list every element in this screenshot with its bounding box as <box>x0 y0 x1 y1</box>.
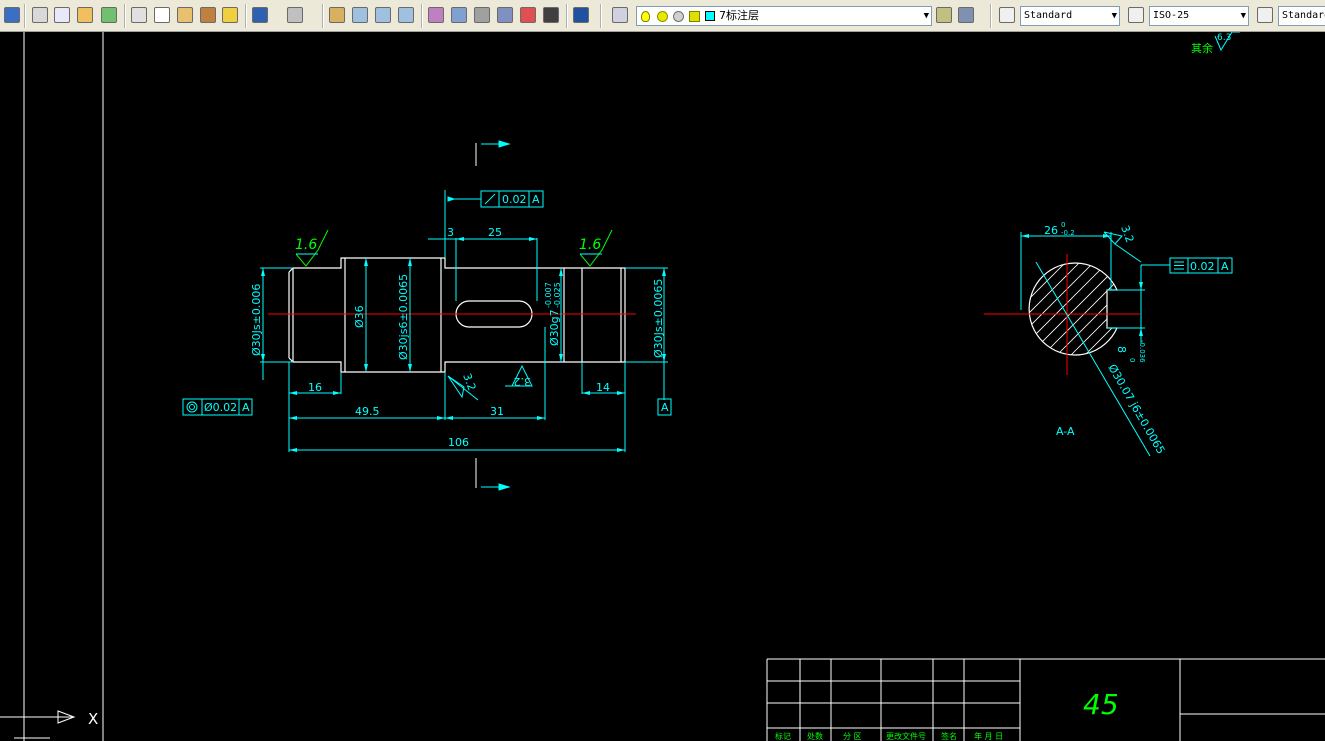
undo-icon[interactable] <box>252 7 268 23</box>
layer-plot-icon <box>689 11 700 22</box>
dim-16: 16 <box>308 381 322 394</box>
roughness-note-value: 6.3 <box>1217 33 1231 43</box>
standard-toolbar: 7标注层 ▼ Standard ▼ ISO-25 ▼ Standard <box>0 0 1325 32</box>
dim-style-name: ISO-25 <box>1153 10 1190 21</box>
dia-g7: Ø30g7 <box>548 309 561 346</box>
properties-icon[interactable] <box>428 7 444 23</box>
publish-icon[interactable] <box>77 7 93 23</box>
dia-g7-upper: -0.007 <box>544 282 553 308</box>
chevron-down-icon: ▼ <box>1111 11 1117 21</box>
datum-label: A <box>661 401 669 414</box>
dim-31: 31 <box>490 405 504 418</box>
toolbar-separator <box>600 4 602 28</box>
dim-8-upper: 0 <box>1128 358 1136 362</box>
block-editor-icon[interactable] <box>222 7 238 23</box>
text-style-name: Standard <box>1024 10 1073 21</box>
markup-icon[interactable] <box>520 7 536 23</box>
material-label: 45 <box>1083 688 1119 721</box>
dim-style-icon[interactable] <box>1128 7 1144 23</box>
table-style-name: Standard <box>1282 10 1325 21</box>
layer-manager-icon[interactable] <box>612 7 628 23</box>
tb-header-4: 签名 <box>941 731 957 741</box>
sheet-set-icon[interactable] <box>497 7 513 23</box>
print-preview-icon[interactable] <box>54 7 70 23</box>
drawing-canvas[interactable]: X 其余 6.3 16 49.5 31 14 106 25 3 Ø30Js±0.… <box>0 32 1325 741</box>
ucs-x-label: X <box>88 710 98 728</box>
paste-icon[interactable] <box>177 7 193 23</box>
tb-header-1: 处数 <box>807 731 823 741</box>
print-icon[interactable] <box>32 7 48 23</box>
dia-js6: Ø30js6±0.0065 <box>397 274 410 360</box>
copy-icon[interactable] <box>154 7 170 23</box>
table-style-dropdown[interactable]: Standard <box>1278 6 1325 26</box>
dia-right: Ø30Js±0.0065 <box>652 279 665 358</box>
toolbar-separator <box>245 4 247 28</box>
help-icon[interactable] <box>573 7 589 23</box>
dim-26: 26 <box>1044 224 1058 237</box>
chevron-down-icon: ▼ <box>923 11 929 21</box>
sym-datum: A <box>1221 260 1229 273</box>
text-style-dropdown[interactable]: Standard ▼ <box>1020 6 1120 26</box>
layer-dropdown[interactable]: 7标注层 ▼ <box>636 6 932 26</box>
dim-49-5: 49.5 <box>355 405 380 418</box>
layer-lock-icon <box>673 11 684 22</box>
sym-value: 0.02 <box>1190 260 1215 273</box>
dim-3: 3 <box>447 226 454 239</box>
tb-header-3: 更改文件号 <box>886 731 926 741</box>
calculator-icon[interactable] <box>543 7 559 23</box>
make-current-icon[interactable] <box>936 7 952 23</box>
3d-dwf-icon[interactable] <box>101 7 117 23</box>
dim-14: 14 <box>596 381 610 394</box>
design-center-icon[interactable] <box>451 7 467 23</box>
zoom-realtime-icon[interactable] <box>352 7 368 23</box>
layer-name: 7标注层 <box>719 9 759 22</box>
zoom-window-icon[interactable] <box>375 7 391 23</box>
text-style-icon[interactable] <box>999 7 1015 23</box>
dia-left: Ø30Js±0.006 <box>250 284 263 356</box>
layer-previous-icon[interactable] <box>958 7 974 23</box>
layer-color-swatch <box>705 11 715 21</box>
tb-header-0: 标记 <box>775 731 791 741</box>
dim-8: 8 <box>1115 346 1128 353</box>
roughness-note-prefix: 其余 <box>1191 41 1213 55</box>
redo-icon[interactable] <box>287 7 303 23</box>
tool-palettes-icon[interactable] <box>474 7 490 23</box>
toolbar-separator <box>566 4 568 28</box>
layer-thaw-sun-icon <box>657 11 668 22</box>
toolbar-separator <box>322 4 324 28</box>
roughness-left-value: 1.6 <box>295 237 317 253</box>
runout-value: 0.02 <box>502 193 527 206</box>
table-style-icon[interactable] <box>1257 7 1273 23</box>
roughness-key2-value: 3.2 <box>514 375 532 388</box>
tb-header-2: 分 区 <box>843 732 862 741</box>
coax-value: Ø0.02 <box>204 401 237 414</box>
zoom-previous-icon[interactable] <box>398 7 414 23</box>
dim-25: 25 <box>488 226 502 239</box>
section-label: A-A <box>1056 425 1075 438</box>
match-properties-icon[interactable] <box>200 7 216 23</box>
dim-8-lower: -0.036 <box>1138 340 1146 363</box>
dim-106: 106 <box>448 436 469 449</box>
toolbar-separator <box>990 4 992 28</box>
pan-icon[interactable] <box>329 7 345 23</box>
chevron-down-icon: ▼ <box>1240 11 1246 21</box>
tb-header-5: 年 月 日 <box>974 731 1003 741</box>
toolbar-separator <box>421 4 423 28</box>
dim-26-lower: -0.2 <box>1061 229 1075 237</box>
toolbar-separator <box>124 4 126 28</box>
dia-36: Ø36 <box>353 305 366 328</box>
roughness-right-value: 1.6 <box>579 237 601 253</box>
coax-datum: A <box>242 401 250 414</box>
runout-datum: A <box>532 193 540 206</box>
dim-style-dropdown[interactable]: ISO-25 ▼ <box>1149 6 1249 26</box>
dia-g7-lower: -0.025 <box>553 282 562 308</box>
layer-on-bulb-icon <box>641 11 650 22</box>
dim-26-upper: 0 <box>1061 221 1065 229</box>
toolbar-separator <box>24 4 26 28</box>
save-icon[interactable] <box>4 7 20 23</box>
cut-icon[interactable] <box>131 7 147 23</box>
